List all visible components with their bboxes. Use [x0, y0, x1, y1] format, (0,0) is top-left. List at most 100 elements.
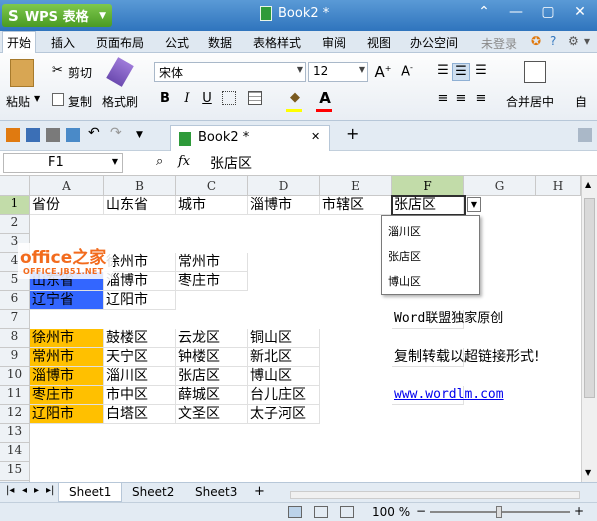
- column-header-d[interactable]: D: [248, 176, 320, 196]
- page-break-view-icon[interactable]: [340, 506, 354, 518]
- increase-font-icon[interactable]: A+: [374, 63, 392, 81]
- decrease-font-icon[interactable]: A-: [398, 63, 416, 81]
- menu-formula[interactable]: 公式: [165, 34, 189, 51]
- scroll-down-icon[interactable]: ▼: [585, 468, 591, 477]
- cell-a6[interactable]: 辽宁省: [30, 291, 104, 310]
- cell-d1[interactable]: 淄博市: [248, 196, 320, 215]
- name-box[interactable]: F1 ▼: [3, 153, 123, 173]
- cell-a1[interactable]: 省份: [30, 196, 104, 215]
- sheet-tab-3[interactable]: Sheet3: [185, 483, 247, 502]
- menu-review[interactable]: 审阅: [322, 34, 346, 51]
- next-sheet-icon[interactable]: ▸: [34, 485, 39, 496]
- skin-icon[interactable]: ✪: [531, 34, 541, 48]
- chevron-down-icon[interactable]: ▼: [34, 94, 40, 103]
- cell-b1[interactable]: 山东省: [104, 196, 176, 215]
- menu-view[interactable]: 视图: [367, 34, 391, 51]
- row-header-7[interactable]: 7: [0, 310, 30, 329]
- align-top-icon[interactable]: ☰: [434, 63, 452, 81]
- horizontal-scrollbar[interactable]: [290, 491, 580, 499]
- font-color-icon[interactable]: A: [316, 89, 334, 107]
- column-header-g[interactable]: G: [464, 176, 536, 196]
- fill-color-icon[interactable]: ◆: [286, 90, 304, 108]
- cell-d11[interactable]: 台儿庄区: [248, 386, 320, 405]
- format-painter-icon[interactable]: [106, 57, 134, 87]
- cell-a8[interactable]: 徐州市: [30, 329, 104, 348]
- close-button[interactable]: ✕: [567, 4, 593, 20]
- close-icon[interactable]: ✕: [311, 130, 320, 143]
- vertical-scrollbar[interactable]: ▲ ▼: [581, 176, 597, 482]
- print-preview-icon[interactable]: [66, 128, 80, 142]
- cell-d8[interactable]: 铜山区: [248, 329, 320, 348]
- cell-a10[interactable]: 淄博市: [30, 367, 104, 386]
- row-header-14[interactable]: 14: [0, 443, 30, 462]
- menu-home[interactable]: 开始: [2, 31, 37, 53]
- column-header-c[interactable]: C: [176, 176, 248, 196]
- format-painter-button[interactable]: 格式刷: [102, 93, 138, 110]
- select-all-corner[interactable]: [0, 176, 30, 196]
- cell-c10[interactable]: 张店区: [176, 367, 248, 386]
- cell-a9[interactable]: 常州市: [30, 348, 104, 367]
- italic-icon[interactable]: I: [178, 91, 196, 109]
- menu-office-space[interactable]: 办公空间: [410, 34, 458, 51]
- ribbon-collapse-button[interactable]: ⌃: [471, 4, 497, 20]
- fx-button[interactable]: fx: [178, 154, 190, 169]
- zoom-slider-thumb[interactable]: [496, 506, 502, 518]
- dropdown-arrow-button[interactable]: ▼: [467, 197, 481, 212]
- cell-b8[interactable]: 鼓楼区: [104, 329, 176, 348]
- cell-a11[interactable]: 枣庄市: [30, 386, 104, 405]
- dropdown-option-1[interactable]: 淄川区: [388, 223, 421, 239]
- row-header-15[interactable]: 15: [0, 462, 30, 481]
- row-header-11[interactable]: 11: [0, 386, 30, 405]
- underline-icon[interactable]: U: [198, 91, 216, 109]
- paste-icon[interactable]: [10, 59, 34, 87]
- first-sheet-icon[interactable]: |◂: [6, 485, 14, 496]
- row-header-12[interactable]: 12: [0, 405, 30, 424]
- border-icon[interactable]: [222, 91, 236, 105]
- merge-cells-icon[interactable]: [248, 91, 262, 105]
- login-status[interactable]: 未登录: [481, 35, 517, 52]
- align-right-icon[interactable]: ≡: [472, 91, 490, 109]
- dropdown-option-3[interactable]: 博山区: [388, 273, 421, 289]
- app-icon[interactable]: [6, 128, 20, 142]
- menu-data[interactable]: 数据: [208, 34, 232, 51]
- align-left-icon[interactable]: ≡: [434, 91, 452, 109]
- font-size-select[interactable]: 12 ▼: [308, 62, 368, 82]
- menu-insert[interactable]: 插入: [51, 34, 75, 51]
- cell-b12[interactable]: 白塔区: [104, 405, 176, 424]
- cell-c8[interactable]: 云龙区: [176, 329, 248, 348]
- cell-a12[interactable]: 辽阳市: [30, 405, 104, 424]
- cell-c5[interactable]: 枣庄市: [176, 272, 248, 291]
- scroll-thumb[interactable]: [584, 198, 595, 398]
- bold-icon[interactable]: B: [156, 91, 174, 109]
- merge-center-button[interactable]: 合并居中: [506, 93, 554, 110]
- cell-f7[interactable]: Word联盟独家原创: [392, 310, 503, 329]
- undo-icon[interactable]: ↶: [88, 125, 102, 141]
- last-sheet-icon[interactable]: ▸|: [46, 485, 54, 496]
- cell-b9[interactable]: 天宁区: [104, 348, 176, 367]
- cell-b5[interactable]: 淄博市: [104, 272, 176, 291]
- paste-button[interactable]: 粘贴: [6, 93, 30, 110]
- auto-wrap-button[interactable]: 自: [575, 93, 587, 110]
- add-sheet-icon[interactable]: +: [254, 484, 265, 499]
- cell-c1[interactable]: 城市: [176, 196, 248, 215]
- cell-d12[interactable]: 太子河区: [248, 405, 320, 424]
- formula-input[interactable]: 张店区: [210, 153, 252, 173]
- font-name-select[interactable]: 宋体 ▼: [154, 62, 306, 82]
- sheet-tab-2[interactable]: Sheet2: [122, 483, 184, 502]
- menu-page-layout[interactable]: 页面布局: [96, 34, 144, 51]
- redo-icon[interactable]: ↷: [110, 125, 124, 141]
- column-header-b[interactable]: B: [104, 176, 176, 196]
- cell-b11[interactable]: 市中区: [104, 386, 176, 405]
- cell-f11-hyperlink[interactable]: www.wordlm.com: [392, 386, 504, 405]
- new-tab-button[interactable]: +: [346, 124, 360, 143]
- prev-sheet-icon[interactable]: ◂: [22, 485, 27, 496]
- cell-c4[interactable]: 常州市: [176, 253, 248, 272]
- settings-icon[interactable]: ⚙: [568, 34, 579, 48]
- zoom-out-button[interactable]: −: [416, 504, 426, 518]
- page-layout-view-icon[interactable]: [314, 506, 328, 518]
- row-header-2[interactable]: 2: [0, 215, 30, 234]
- align-center-icon[interactable]: ≡: [452, 91, 470, 109]
- merge-center-icon[interactable]: [524, 61, 546, 83]
- help-icon[interactable]: ?: [550, 34, 556, 48]
- tab-list-icon[interactable]: [578, 128, 592, 142]
